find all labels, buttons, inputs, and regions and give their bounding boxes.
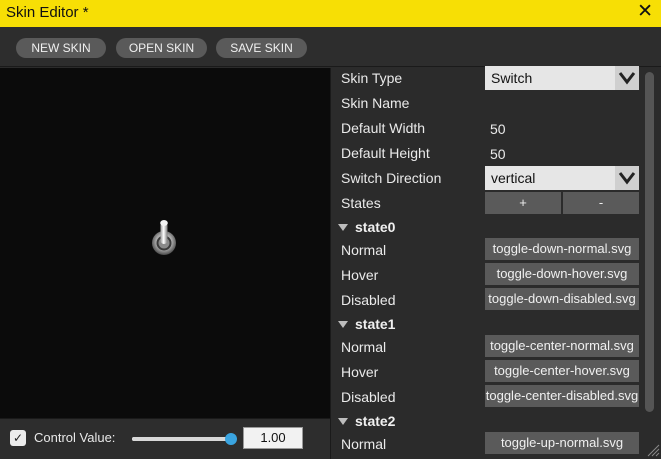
state-name: state2	[355, 413, 396, 429]
state1-section[interactable]: state1	[338, 316, 395, 332]
skin-preview	[0, 68, 330, 418]
title-bar: Skin Editor * ✕	[0, 0, 661, 27]
collapse-triangle-icon[interactable]	[338, 320, 348, 328]
close-icon[interactable]: ✕	[637, 2, 653, 22]
control-value-slider[interactable]	[132, 437, 232, 441]
state0-section[interactable]: state0	[338, 219, 395, 235]
skin-name-label: Skin Name	[341, 95, 410, 111]
state1-normal-file-button[interactable]: toggle-center-normal.svg	[485, 335, 639, 357]
state0-hover-file-button[interactable]: toggle-down-hover.svg	[485, 263, 639, 285]
scrollbar-thumb[interactable]	[645, 72, 654, 412]
normal-label: Normal	[341, 339, 387, 355]
switch-direction-select[interactable]: vertical	[485, 166, 639, 190]
collapse-triangle-icon[interactable]	[338, 417, 348, 425]
hover-label: Hover	[341, 267, 379, 283]
disabled-label: Disabled	[341, 389, 396, 405]
default-height-field[interactable]: 50	[490, 146, 506, 162]
control-value-checkbox[interactable]: ✓	[10, 430, 26, 446]
open-skin-button[interactable]: OPEN SKIN	[116, 38, 207, 58]
hover-label: Hover	[341, 364, 379, 380]
control-value-input[interactable]: 1.00	[243, 427, 303, 449]
normal-label: Normal	[341, 242, 387, 258]
state-name: state1	[355, 316, 396, 332]
skin-type-select[interactable]: Switch	[485, 66, 639, 90]
control-bar: ✓ Control Value: 1.00	[0, 418, 330, 459]
window-title: Skin Editor *	[6, 4, 89, 21]
default-height-label: Default Height	[341, 145, 430, 161]
resize-grip-icon[interactable]	[646, 443, 660, 457]
state0-disabled-file-button[interactable]: toggle-down-disabled.svg	[485, 288, 639, 310]
state2-section[interactable]: state2	[338, 413, 395, 429]
add-state-button[interactable]: +	[485, 192, 561, 214]
slider-thumb[interactable]	[225, 433, 237, 445]
control-value-label: Control Value:	[34, 430, 116, 445]
chevron-down-icon[interactable]	[615, 166, 639, 190]
slider-fill	[132, 437, 232, 441]
collapse-triangle-icon[interactable]	[338, 223, 348, 231]
switch-direction-value: vertical	[491, 170, 536, 186]
state-name: state0	[355, 219, 396, 235]
state2-normal-file-button[interactable]: toggle-up-normal.svg	[485, 432, 639, 454]
skin-type-label: Skin Type	[341, 70, 403, 86]
switch-direction-label: Switch Direction	[341, 170, 442, 186]
toolbar: NEW SKIN OPEN SKIN SAVE SKIN	[0, 27, 661, 67]
chevron-down-icon[interactable]	[615, 66, 639, 90]
toggle-switch-preview[interactable]	[148, 218, 180, 258]
state0-normal-file-button[interactable]: toggle-down-normal.svg	[485, 238, 639, 260]
default-width-label: Default Width	[341, 120, 426, 136]
normal-label: Normal	[341, 436, 387, 452]
states-label: States	[341, 195, 381, 211]
default-width-field[interactable]: 50	[490, 121, 506, 137]
properties-scrollbar[interactable]	[645, 68, 654, 418]
state1-hover-file-button[interactable]: toggle-center-hover.svg	[485, 360, 639, 382]
panel-divider	[330, 68, 331, 459]
save-skin-button[interactable]: SAVE SKIN	[216, 38, 307, 58]
new-skin-button[interactable]: NEW SKIN	[16, 38, 106, 58]
state1-disabled-file-button[interactable]: toggle-center-disabled.svg	[485, 385, 639, 407]
disabled-label: Disabled	[341, 292, 396, 308]
skin-type-value: Switch	[491, 70, 533, 86]
remove-state-button[interactable]: -	[563, 192, 639, 214]
